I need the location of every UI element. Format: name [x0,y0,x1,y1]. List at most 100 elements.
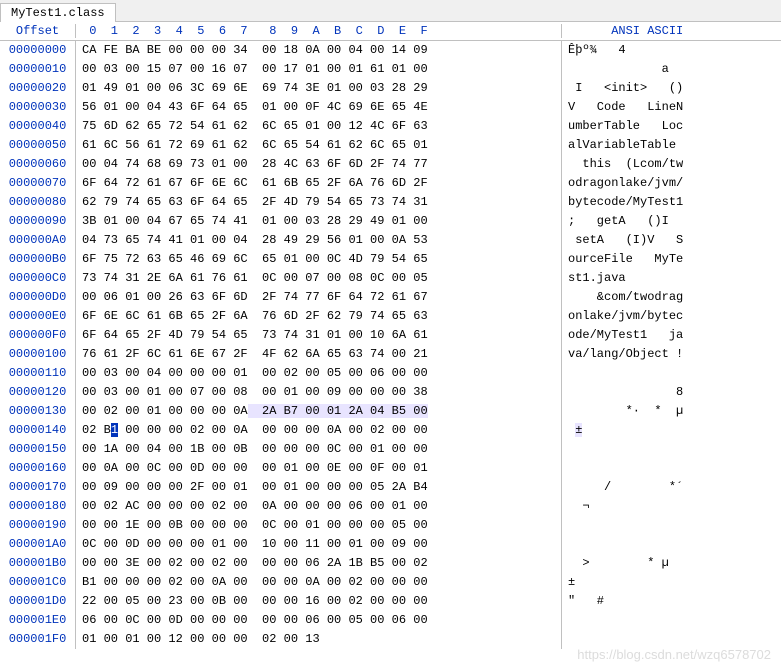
ascii-cell: / *´ [562,478,781,497]
hex-row[interactable]: 000001B000 00 3E 00 02 00 02 00 00 00 06… [0,554,781,573]
ascii-cell: > * µ [562,554,781,573]
offset-cell: 000001E0 [0,611,76,630]
hex-cell[interactable]: 56 01 00 04 43 6F 64 65 01 00 0F 4C 69 6… [76,98,562,117]
hex-cell[interactable]: 00 02 AC 00 00 00 02 00 0A 00 00 00 06 0… [76,497,562,516]
hex-row[interactable]: 0000001000 03 00 15 07 00 16 07 00 17 01… [0,60,781,79]
ascii-cell: bytecode/MyTest1 [562,193,781,212]
hex-row[interactable]: 0000008062 79 74 65 63 6F 64 65 2F 4D 79… [0,193,781,212]
ascii-cell: ode/MyTest1 ja [562,326,781,345]
hex-cell[interactable]: 6F 6E 6C 61 6B 65 2F 6A 76 6D 2F 62 79 7… [76,307,562,326]
hex-cell[interactable]: 02 B1 00 00 00 02 00 0A 00 00 00 0A 00 0… [76,421,562,440]
data-rows[interactable]: 00000000CA FE BA BE 00 00 00 34 00 18 0A… [0,41,781,670]
hex-cell[interactable]: 00 03 00 01 00 07 00 08 00 01 00 09 00 0… [76,383,562,402]
hex-cell[interactable]: 0C 00 0D 00 00 00 01 00 10 00 11 00 01 0… [76,535,562,554]
ascii-cell: ; getA ()I [562,212,781,231]
hex-row[interactable]: 000001F001 00 01 00 12 00 00 00 02 00 13 [0,630,781,649]
hex-cell[interactable]: 06 00 0C 00 0D 00 00 00 00 00 06 00 05 0… [76,611,562,630]
hex-row[interactable]: 00000000CA FE BA BE 00 00 00 34 00 18 0A… [0,41,781,60]
hex-row[interactable]: 0000013000 02 00 01 00 00 00 0A 2A B7 00… [0,402,781,421]
offset-cell: 00000110 [0,364,76,383]
hex-row[interactable]: 0000015000 1A 00 04 00 1B 00 0B 00 00 00… [0,440,781,459]
hex-row[interactable]: 000001A00C 00 0D 00 00 00 01 00 10 00 11… [0,535,781,554]
offset-cell: 000000E0 [0,307,76,326]
hex-cell[interactable]: 6F 75 72 63 65 46 69 6C 65 01 00 0C 4D 7… [76,250,562,269]
hex-cell[interactable]: 00 02 00 01 00 00 00 0A 2A B7 00 01 2A 0… [76,402,562,421]
hex-cell[interactable]: 01 49 01 00 06 3C 69 6E 69 74 3E 01 00 0… [76,79,562,98]
hex-cell[interactable]: 61 6C 56 61 72 69 61 62 6C 65 54 61 62 6… [76,136,562,155]
hex-cell[interactable]: 00 09 00 00 00 2F 00 01 00 01 00 00 00 0… [76,478,562,497]
hex-row[interactable]: 0000019000 00 1E 00 0B 00 00 00 0C 00 01… [0,516,781,535]
hex-cell[interactable]: 00 06 01 00 26 63 6F 6D 2F 74 77 6F 64 7… [76,288,562,307]
hex-viewer: Offset 0 1 2 3 4 5 6 7 8 9 A B C D E F A… [0,22,781,670]
offset-cell: 000001D0 [0,592,76,611]
hex-cell[interactable]: 22 00 05 00 23 00 0B 00 00 00 16 00 02 0… [76,592,562,611]
offset-cell: 00000030 [0,98,76,117]
offset-cell: 00000180 [0,497,76,516]
offset-cell: 00000020 [0,79,76,98]
hex-row[interactable]: 000000903B 01 00 04 67 65 74 41 01 00 03… [0,212,781,231]
offset-cell: 00000120 [0,383,76,402]
ascii-cell: a [562,60,781,79]
hex-row[interactable]: 0000012000 03 00 01 00 07 00 08 00 01 00… [0,383,781,402]
ascii-cell: alVariableTable [562,136,781,155]
hex-row[interactable]: 0000014002 B1 00 00 00 02 00 0A 00 00 00… [0,421,781,440]
hex-row[interactable]: 000001E006 00 0C 00 0D 00 00 00 00 00 06… [0,611,781,630]
hex-cell[interactable]: 00 00 3E 00 02 00 02 00 00 00 06 2A 1B B… [76,554,562,573]
offset-cell: 00000010 [0,60,76,79]
ascii-cell: ± [562,421,781,440]
offset-cell: 000001C0 [0,573,76,592]
hex-cell[interactable]: 00 00 1E 00 0B 00 00 00 0C 00 01 00 00 0… [76,516,562,535]
hex-cell[interactable]: 00 03 00 15 07 00 16 07 00 17 01 00 01 6… [76,60,562,79]
hex-row[interactable]: 000001D022 00 05 00 23 00 0B 00 00 00 16… [0,592,781,611]
offset-cell: 000000A0 [0,231,76,250]
ascii-cell: umberTable Loc [562,117,781,136]
hex-row[interactable]: 0000004075 6D 62 65 72 54 61 62 6C 65 01… [0,117,781,136]
hex-cell[interactable]: 73 74 31 2E 6A 61 76 61 0C 00 07 00 08 0… [76,269,562,288]
hex-row[interactable]: 0000018000 02 AC 00 00 00 02 00 0A 00 00… [0,497,781,516]
hex-cell[interactable]: 00 04 74 68 69 73 01 00 28 4C 63 6F 6D 2… [76,155,562,174]
offset-cell: 000000C0 [0,269,76,288]
offset-cell: 00000040 [0,117,76,136]
hex-cell[interactable]: 6F 64 72 61 67 6F 6E 6C 61 6B 65 2F 6A 7… [76,174,562,193]
hex-row[interactable]: 0000005061 6C 56 61 72 69 61 62 6C 65 54… [0,136,781,155]
hex-cell[interactable]: 76 61 2F 6C 61 6E 67 2F 4F 62 6A 65 63 7… [76,345,562,364]
offset-cell: 00000190 [0,516,76,535]
ascii-cell [562,611,781,630]
hex-row[interactable]: 0000011000 03 00 04 00 00 00 01 00 02 00… [0,364,781,383]
hex-row[interactable]: 0000002001 49 01 00 06 3C 69 6E 69 74 3E… [0,79,781,98]
ascii-cell: *· * µ [562,402,781,421]
hex-row[interactable]: 0000006000 04 74 68 69 73 01 00 28 4C 63… [0,155,781,174]
hex-cell[interactable]: 3B 01 00 04 67 65 74 41 01 00 03 28 29 4… [76,212,562,231]
hex-row[interactable]: 0000010076 61 2F 6C 61 6E 67 2F 4F 62 6A… [0,345,781,364]
hex-cell[interactable]: 01 00 01 00 12 00 00 00 02 00 13 [76,630,562,649]
hex-row[interactable]: 0000016000 0A 00 0C 00 0D 00 00 00 01 00… [0,459,781,478]
hex-cell[interactable]: 62 79 74 65 63 6F 64 65 2F 4D 79 54 65 7… [76,193,562,212]
hex-row[interactable]: 000000F06F 64 65 2F 4D 79 54 65 73 74 31… [0,326,781,345]
hex-row[interactable]: 000000B06F 75 72 63 65 46 69 6C 65 01 00… [0,250,781,269]
hex-cell[interactable]: 00 03 00 04 00 00 00 01 00 02 00 05 00 0… [76,364,562,383]
hex-row[interactable]: 000001C0B1 00 00 00 02 00 0A 00 00 00 0A… [0,573,781,592]
tab-file[interactable]: MyTest1.class [0,3,116,22]
hex-row[interactable]: 0000003056 01 00 04 43 6F 64 65 01 00 0F… [0,98,781,117]
header-offset: Offset [0,24,76,38]
ascii-cell: onlake/jvm/bytec [562,307,781,326]
ascii-cell: 8 [562,383,781,402]
hex-cell[interactable]: 75 6D 62 65 72 54 61 62 6C 65 01 00 12 4… [76,117,562,136]
hex-cell[interactable]: 00 1A 00 04 00 1B 00 0B 00 00 00 0C 00 0… [76,440,562,459]
offset-cell: 00000140 [0,421,76,440]
hex-row[interactable]: 000000E06F 6E 6C 61 6B 65 2F 6A 76 6D 2F… [0,307,781,326]
hex-row[interactable]: 000000C073 74 31 2E 6A 61 76 61 0C 00 07… [0,269,781,288]
hex-row[interactable]: 0000017000 09 00 00 00 2F 00 01 00 01 00… [0,478,781,497]
hex-row[interactable]: 000000D000 06 01 00 26 63 6F 6D 2F 74 77… [0,288,781,307]
hex-cell[interactable]: B1 00 00 00 02 00 0A 00 00 00 0A 00 02 0… [76,573,562,592]
offset-cell: 00000060 [0,155,76,174]
ascii-cell: setA (I)V S [562,231,781,250]
ascii-cell: Êþº¾ 4 [562,41,781,60]
ascii-cell: &com/twodrag [562,288,781,307]
hex-cell[interactable]: 00 0A 00 0C 00 0D 00 00 00 01 00 0E 00 0… [76,459,562,478]
hex-cell[interactable]: CA FE BA BE 00 00 00 34 00 18 0A 00 04 0… [76,41,562,60]
hex-cell[interactable]: 6F 64 65 2F 4D 79 54 65 73 74 31 01 00 1… [76,326,562,345]
hex-row[interactable]: 000000706F 64 72 61 67 6F 6E 6C 61 6B 65… [0,174,781,193]
hex-row[interactable]: 000000A004 73 65 74 41 01 00 04 28 49 29… [0,231,781,250]
hex-cell[interactable]: 04 73 65 74 41 01 00 04 28 49 29 56 01 0… [76,231,562,250]
